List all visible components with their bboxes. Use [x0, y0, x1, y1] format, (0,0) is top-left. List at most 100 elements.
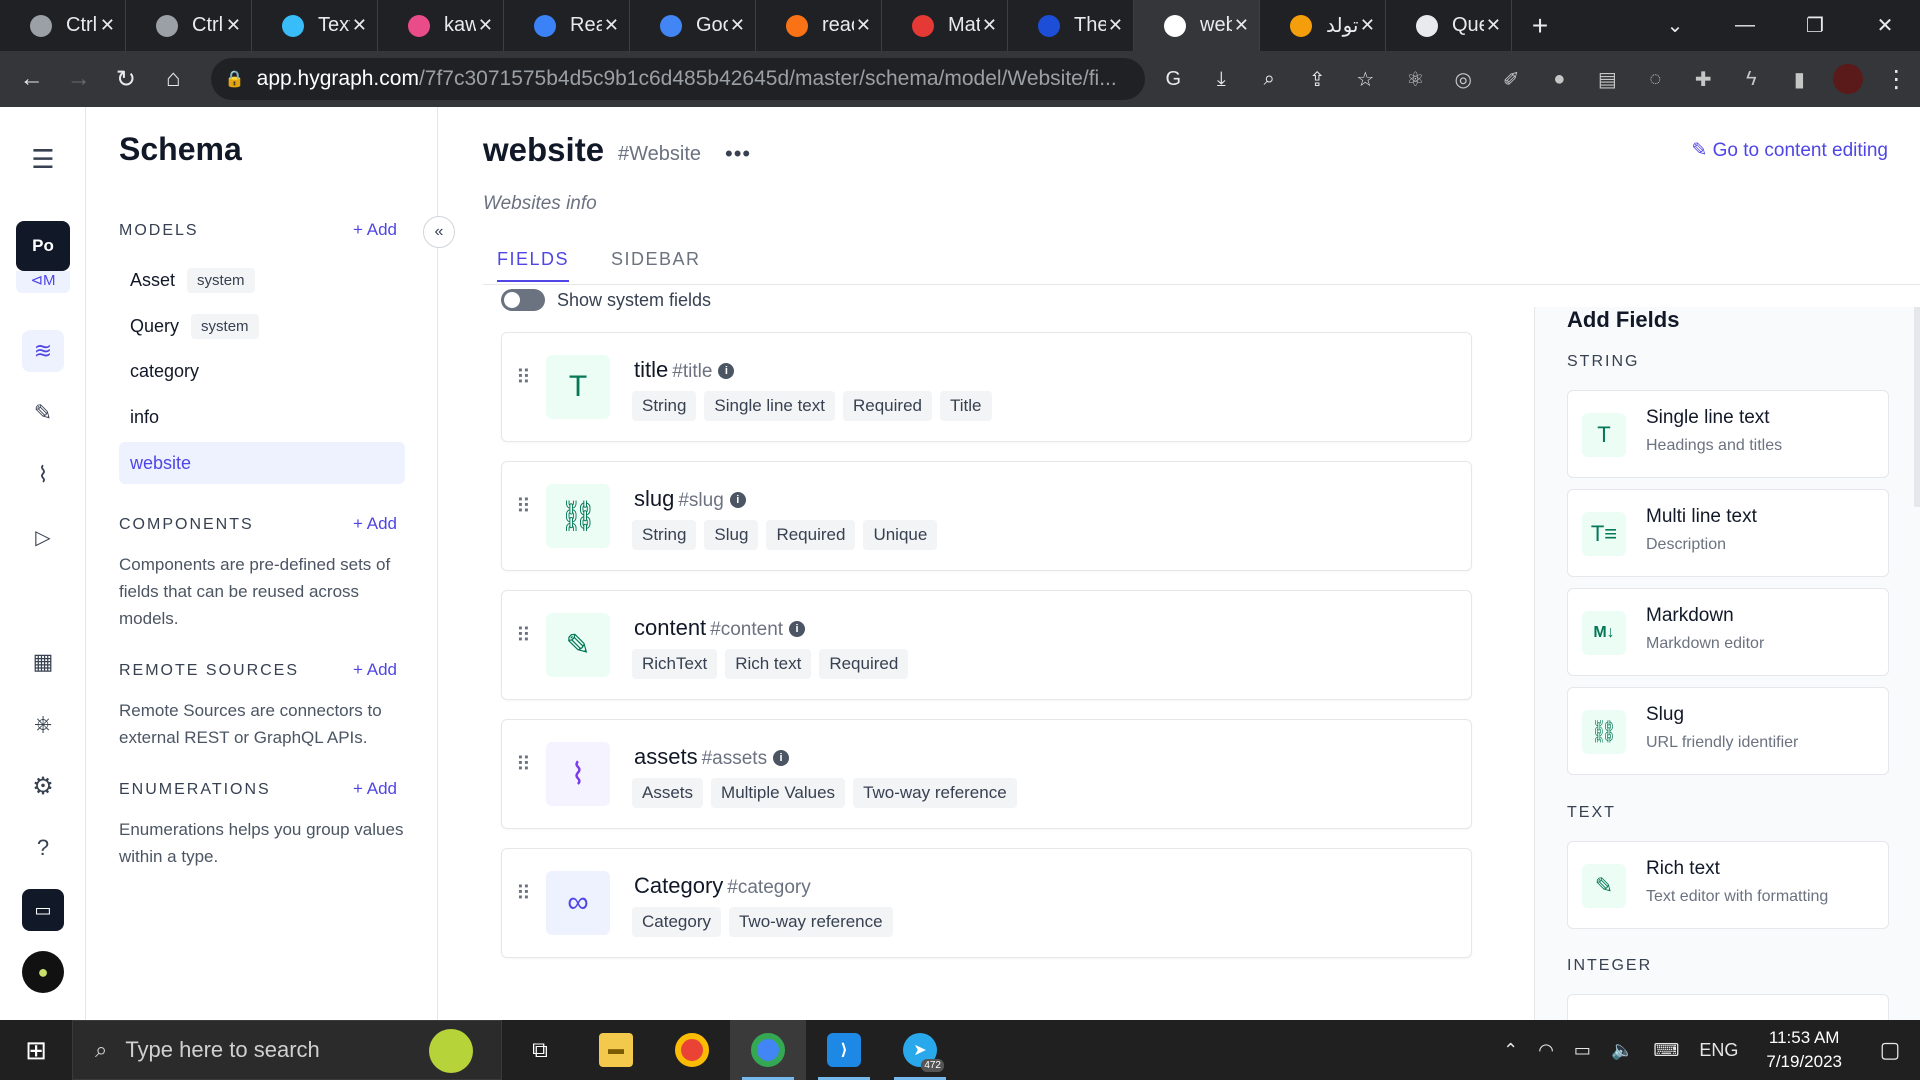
restore-icon[interactable]: ❐: [1780, 13, 1850, 38]
add-enumeration-button[interactable]: + Add: [353, 779, 397, 799]
playground-play-icon[interactable]: ▷: [22, 516, 64, 558]
language-indicator[interactable]: ENG: [1699, 1040, 1738, 1061]
close-icon[interactable]: ✕: [352, 15, 367, 36]
close-icon[interactable]: ✕: [226, 15, 241, 36]
zoom-icon[interactable]: ⌕: [1245, 68, 1293, 91]
add-remote-source-button[interactable]: + Add: [353, 660, 397, 680]
help-icon[interactable]: ?: [22, 827, 64, 869]
chat-icon[interactable]: ▭: [22, 889, 64, 931]
field-card-title[interactable]: ⠿ T title #title i String Single line text…: [501, 332, 1472, 442]
webhooks-icon[interactable]: ⎈: [22, 703, 64, 745]
menu-kebab-icon[interactable]: ⋮: [1873, 55, 1920, 103]
extension-red-icon[interactable]: ●: [1535, 68, 1583, 91]
go-to-content-link[interactable]: ✎ Go to content editing: [1691, 139, 1888, 162]
settings-gear-icon[interactable]: ⚙: [22, 765, 64, 807]
close-icon[interactable]: ✕: [1108, 15, 1123, 36]
new-tab-button[interactable]: +: [1512, 0, 1568, 51]
battery-icon[interactable]: ▭: [1574, 1040, 1591, 1061]
browser-tab[interactable]: تولد ✕: [1260, 0, 1386, 51]
browser-tab[interactable]: Text✕: [252, 0, 378, 51]
schema-layers-icon[interactable]: ≋: [22, 330, 64, 372]
field-card-content[interactable]: ⠿ ✎ content #content i RichText Rich text …: [501, 590, 1472, 700]
tab-sidebar[interactable]: SIDEBAR: [611, 249, 701, 280]
model-item-category[interactable]: category: [119, 350, 405, 392]
browser-tab[interactable]: kaw ✕: [378, 0, 504, 51]
reload-icon[interactable]: ↻: [102, 55, 149, 103]
google-icon[interactable]: G: [1149, 68, 1197, 91]
drag-handle-icon[interactable]: ⠿: [516, 497, 532, 517]
close-icon[interactable]: ✕: [100, 15, 115, 36]
tab-search-icon[interactable]: ⌄: [1640, 13, 1710, 38]
vscode-icon[interactable]: ⟩: [806, 1020, 882, 1080]
add-field-rich-text[interactable]: ✎ Rich text Text editor with formatting: [1567, 841, 1889, 929]
add-field-markdown[interactable]: M↓ Markdown Markdown editor: [1567, 588, 1889, 676]
assets-paperclip-icon[interactable]: ⌇: [22, 454, 64, 496]
clock[interactable]: 11:53 AM 7/19/2023: [1766, 1026, 1842, 1074]
add-field-multi-line-text[interactable]: T≡ Multi line text Description: [1567, 489, 1889, 577]
add-field-single-line-text[interactable]: T Single line text Headings and titles: [1567, 390, 1889, 478]
browser-tab[interactable]: Que✕: [1386, 0, 1512, 51]
notification-icon[interactable]: ▢: [1860, 1037, 1920, 1063]
info-icon[interactable]: i: [773, 750, 790, 766]
model-item-info[interactable]: info: [119, 396, 405, 438]
browser-tab[interactable]: Goo✕: [630, 0, 756, 51]
share-icon[interactable]: ⇪: [1293, 67, 1341, 92]
browser-tab[interactable]: Ctrl ✕: [126, 0, 252, 51]
close-icon[interactable]: ✕: [1234, 15, 1249, 36]
file-explorer-icon[interactable]: ▬: [578, 1020, 654, 1080]
extension-circle-icon[interactable]: ◎: [1439, 67, 1487, 92]
address-bar[interactable]: 🔒 app.hygraph.com/7f7c3071575b4d5c9b1c6d…: [210, 58, 1146, 100]
add-field-slug[interactable]: ⛓ Slug URL friendly identifier: [1567, 687, 1889, 775]
close-icon[interactable]: ✕: [730, 15, 745, 36]
model-item-website[interactable]: website: [119, 442, 405, 484]
sidepanel-icon[interactable]: ▮: [1775, 67, 1823, 92]
install-icon[interactable]: ⤓: [1197, 68, 1245, 91]
more-options-button[interactable]: •••: [725, 141, 751, 167]
model-item-query[interactable]: Query system: [119, 305, 405, 347]
extension-pen-icon[interactable]: ✐: [1487, 67, 1535, 92]
taskbar-search[interactable]: ⌕ Type here to search: [72, 1020, 502, 1080]
browser-tab-active[interactable]: web ✕: [1134, 0, 1260, 51]
collapse-sidebar-button[interactable]: «: [423, 216, 455, 248]
drag-handle-icon[interactable]: ⠿: [516, 368, 532, 388]
model-item-asset[interactable]: Asset system: [119, 259, 405, 301]
system-fields-toggle[interactable]: [501, 289, 545, 311]
keyboard-icon[interactable]: ⌨: [1653, 1040, 1679, 1061]
home-icon[interactable]: ⌂: [150, 55, 197, 103]
wifi-icon[interactable]: ◠: [1538, 1040, 1554, 1061]
close-icon[interactable]: ✕: [1486, 15, 1501, 36]
react-devtools-icon[interactable]: ⚛: [1391, 67, 1439, 92]
chrome-icon[interactable]: [654, 1020, 730, 1080]
minimize-icon[interactable]: —: [1710, 14, 1780, 37]
puzzle-icon[interactable]: ✚: [1679, 67, 1727, 92]
close-icon[interactable]: ✕: [478, 15, 493, 36]
drag-handle-icon[interactable]: ⠿: [516, 755, 532, 775]
tab-fields[interactable]: FIELDS: [497, 249, 570, 282]
drag-handle-icon[interactable]: ⠿: [516, 626, 532, 646]
field-card-slug[interactable]: ⠿ ⛓ slug #slug i String Slug Required Uniq…: [501, 461, 1472, 571]
close-icon[interactable]: ✕: [1360, 15, 1375, 36]
extension-doc-icon[interactable]: ▤: [1583, 67, 1631, 92]
forward-icon[interactable]: →: [55, 55, 102, 103]
drag-handle-icon[interactable]: ⠿: [516, 884, 532, 904]
add-field-number[interactable]: [1567, 994, 1889, 1020]
close-icon[interactable]: ✕: [982, 15, 997, 36]
extension-ghost-icon[interactable]: ◌: [1631, 68, 1679, 91]
add-model-button[interactable]: + Add: [353, 220, 397, 240]
environment-badge[interactable]: ⊲M: [16, 271, 70, 293]
info-icon[interactable]: i: [718, 363, 735, 379]
user-avatar[interactable]: ●: [22, 951, 64, 993]
content-edit-icon[interactable]: ✎: [22, 392, 64, 434]
back-icon[interactable]: ←: [8, 55, 55, 103]
browser-tab[interactable]: The ✕: [1008, 0, 1134, 51]
add-component-button[interactable]: + Add: [353, 514, 397, 534]
project-switcher[interactable]: Po: [16, 221, 70, 271]
browser-tab[interactable]: Ctrl ✕: [0, 0, 126, 51]
hamburger-menu-icon[interactable]: ☰: [22, 138, 64, 180]
browser-tab[interactable]: reac✕: [756, 0, 882, 51]
browser-tab[interactable]: Rea ✕: [504, 0, 630, 51]
chevron-up-icon[interactable]: ⌃: [1503, 1040, 1518, 1061]
profile-avatar[interactable]: [1833, 64, 1863, 94]
bookmark-star-icon[interactable]: ☆: [1341, 67, 1389, 92]
info-icon[interactable]: i: [789, 621, 806, 637]
